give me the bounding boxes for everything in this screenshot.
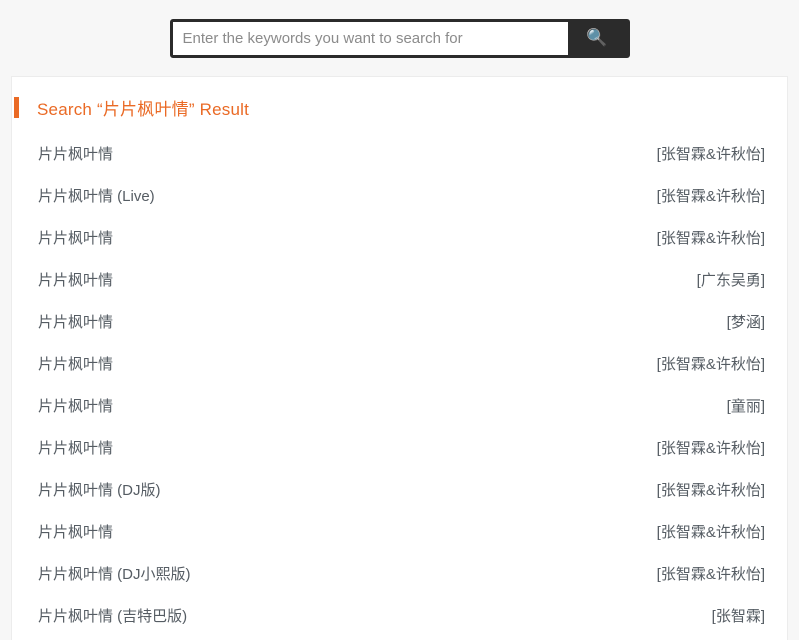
result-header: Search “片片枫叶情” Result: [12, 77, 787, 134]
row-title[interactable]: 片片枫叶情: [38, 386, 113, 428]
search-header: 🔍: [0, 0, 799, 76]
table-row[interactable]: 片片枫叶情 [张智霖&许秋怡]: [38, 512, 765, 554]
table-row[interactable]: 片片枫叶情 [张智霖&许秋怡]: [38, 344, 765, 386]
result-header-title: Search “片片枫叶情” Result: [37, 100, 250, 119]
table-row[interactable]: 片片枫叶情 [张智霖&许秋怡]: [38, 428, 765, 470]
search-icon: 🔍: [586, 28, 608, 48]
row-artist: [童丽]: [726, 398, 765, 415]
row-title[interactable]: 片片枫叶情: [38, 344, 113, 386]
row-title[interactable]: 片片枫叶情: [38, 428, 113, 470]
row-title[interactable]: 片片枫叶情: [38, 218, 113, 260]
row-title[interactable]: 片片枫叶情 (DJ版): [38, 470, 161, 512]
row-title[interactable]: 片片枫叶情: [38, 260, 113, 302]
table-row[interactable]: 片片枫叶情 (DJ版) [张智霖&许秋怡]: [38, 470, 765, 512]
row-artist: [张智霖&许秋怡]: [656, 146, 765, 163]
row-artist: [张智霖&许秋怡]: [656, 482, 765, 499]
result-list: 片片枫叶情 [张智霖&许秋怡] 片片枫叶情 (Live) [张智霖&许秋怡] 片…: [12, 134, 787, 638]
row-artist: [张智霖&许秋怡]: [656, 440, 765, 457]
table-row[interactable]: 片片枫叶情 [梦涵]: [38, 302, 765, 344]
table-row[interactable]: 片片枫叶情 (DJ小熙版) [张智霖&许秋怡]: [38, 554, 765, 596]
table-row[interactable]: 片片枫叶情 [张智霖&许秋怡]: [38, 218, 765, 260]
row-artist: [张智霖&许秋怡]: [656, 524, 765, 541]
row-artist: [广东吴勇]: [696, 272, 765, 289]
row-title[interactable]: 片片枫叶情: [38, 512, 113, 554]
row-title[interactable]: 片片枫叶情 (DJ小熙版): [38, 554, 191, 596]
table-row[interactable]: 片片枫叶情 (Live) [张智霖&许秋怡]: [38, 176, 765, 218]
row-artist: [梦涵]: [726, 314, 765, 331]
table-row[interactable]: 片片枫叶情 [广东吴勇]: [38, 260, 765, 302]
search-submit-button[interactable]: 🔍: [567, 22, 627, 55]
row-artist: [张智霖&许秋怡]: [656, 230, 765, 247]
row-artist: [张智霖&许秋怡]: [656, 188, 765, 205]
row-artist: [张智霖]: [711, 608, 765, 625]
table-row[interactable]: 片片枫叶情 (吉特巴版) [张智霖]: [38, 596, 765, 638]
table-row[interactable]: 片片枫叶情 [张智霖&许秋怡]: [38, 134, 765, 176]
row-artist: [张智霖&许秋怡]: [656, 566, 765, 583]
row-title[interactable]: 片片枫叶情: [38, 302, 113, 344]
search-form: 🔍: [169, 19, 630, 58]
search-input[interactable]: [172, 22, 568, 55]
row-title[interactable]: 片片枫叶情 (吉特巴版): [38, 596, 187, 638]
accent-bar-icon: [14, 97, 19, 118]
row-artist: [张智霖&许秋怡]: [656, 356, 765, 373]
row-title[interactable]: 片片枫叶情: [38, 134, 113, 176]
row-title[interactable]: 片片枫叶情 (Live): [38, 176, 155, 218]
search-result-card: Search “片片枫叶情” Result 片片枫叶情 [张智霖&许秋怡] 片片…: [11, 76, 788, 640]
table-row[interactable]: 片片枫叶情 [童丽]: [38, 386, 765, 428]
